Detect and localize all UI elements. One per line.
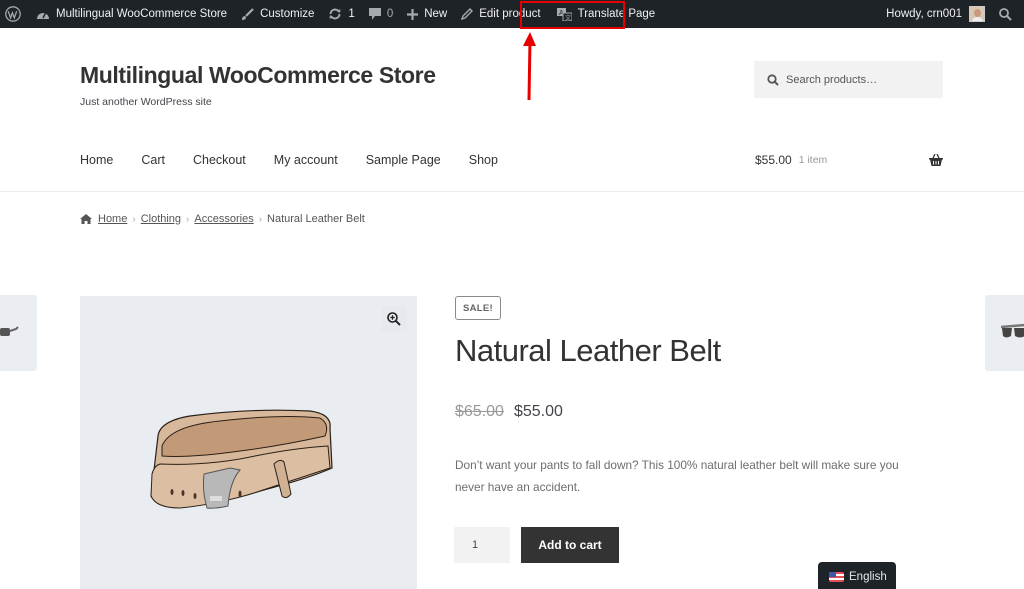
next-product-link[interactable]	[985, 295, 1024, 371]
wordpress-logo-icon	[5, 6, 21, 22]
add-to-cart-button[interactable]: Add to cart	[521, 527, 619, 563]
nav-item-checkout[interactable]: Checkout	[193, 153, 246, 167]
plus-icon	[407, 8, 419, 20]
red-arrow-annotation	[523, 32, 536, 101]
comment-bubble-icon	[368, 7, 381, 21]
site-name-menu[interactable]: Multilingual WooCommerce Store	[29, 0, 234, 28]
edit-product-button[interactable]: Edit product	[454, 0, 547, 28]
wp-admin-bar: Multilingual WooCommerce Store Customize…	[0, 0, 1024, 28]
language-label: English	[849, 571, 887, 583]
dashboard-gauge-icon	[36, 8, 50, 20]
user-avatar	[969, 6, 985, 22]
site-title[interactable]: Multilingual WooCommerce Store	[80, 62, 436, 89]
breadcrumb-clothing[interactable]: Clothing	[141, 213, 181, 225]
nav-item-my-account[interactable]: My account	[274, 153, 338, 167]
comments-button[interactable]: 0	[362, 0, 400, 28]
language-switcher[interactable]: English	[818, 562, 896, 589]
sale-badge: SALE!	[455, 296, 501, 320]
customize-button[interactable]: Customize	[234, 0, 321, 28]
product-title: Natural Leather Belt	[455, 333, 721, 368]
translate-icon: A文	[556, 7, 572, 21]
site-description: Just another WordPress site	[80, 96, 212, 108]
breadcrumb: Home › Clothing › Accessories › Natural …	[80, 213, 365, 225]
breadcrumb-accessories[interactable]: Accessories	[194, 213, 253, 225]
search-input[interactable]	[786, 73, 936, 86]
header-cart[interactable]: $55.00 1 item	[755, 153, 943, 167]
sunglasses-icon	[0, 326, 19, 336]
new-content-button[interactable]: New	[400, 0, 454, 28]
breadcrumb-current: Natural Leather Belt	[267, 213, 365, 225]
regular-price: $65.00	[455, 403, 504, 420]
breadcrumb-separator: ›	[132, 213, 136, 225]
home-icon	[80, 214, 92, 224]
previous-product-link[interactable]	[0, 295, 37, 371]
my-account-menu[interactable]: Howdy, crn001	[879, 0, 992, 28]
sunglasses-icon	[1000, 323, 1024, 338]
cart-total: $55.00	[755, 153, 792, 167]
quantity-input[interactable]	[454, 527, 510, 563]
pencil-icon	[461, 8, 474, 20]
product-image[interactable]	[80, 296, 417, 589]
svg-text:文: 文	[565, 14, 571, 21]
primary-navigation: Home Cart Checkout My account Sample Pag…	[80, 153, 526, 167]
updates-button[interactable]: 1	[321, 0, 361, 28]
search-icon	[999, 7, 1012, 21]
breadcrumb-home[interactable]: Home	[98, 213, 127, 225]
product-short-description: Don’t want your pants to fall down? This…	[455, 458, 899, 494]
cart-count: 1 item	[798, 154, 828, 166]
wp-logo-button[interactable]	[0, 0, 29, 28]
header-divider	[0, 191, 1024, 192]
sale-price: $55.00	[513, 403, 563, 420]
admin-search-button[interactable]	[992, 0, 1024, 28]
nav-item-sample-page[interactable]: Sample Page	[366, 153, 441, 167]
zoom-in-icon	[387, 312, 401, 326]
breadcrumb-separator: ›	[258, 213, 263, 225]
translate-page-button[interactable]: A文 Translate Page	[548, 0, 663, 28]
search-icon	[767, 73, 779, 86]
product-price: $65.00 $55.00	[455, 403, 563, 421]
breadcrumb-separator: ›	[186, 213, 190, 225]
nav-item-home[interactable]: Home	[80, 153, 113, 167]
nav-item-cart[interactable]: Cart	[141, 153, 165, 167]
leather-belt-image	[150, 409, 333, 509]
updates-refresh-icon	[328, 7, 342, 21]
basket-icon	[929, 154, 943, 166]
product-search[interactable]	[754, 61, 943, 98]
nav-item-shop[interactable]: Shop	[469, 153, 498, 167]
us-flag-icon	[829, 572, 844, 582]
paintbrush-icon	[241, 7, 254, 21]
zoom-image-button[interactable]	[381, 306, 407, 332]
